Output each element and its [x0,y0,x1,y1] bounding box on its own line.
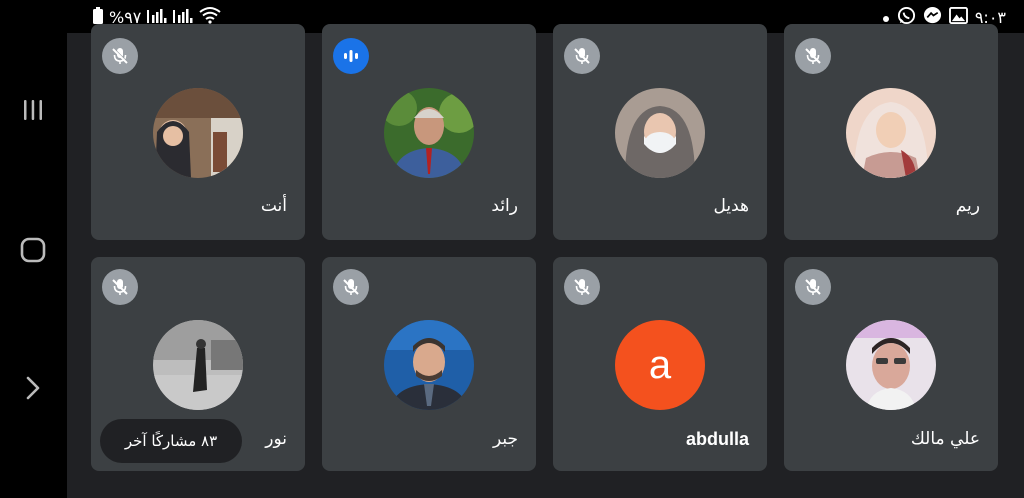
recents-icon[interactable] [13,90,53,130]
avatar [153,320,243,410]
participant-name: جبر [492,429,518,449]
navigation-bar [0,0,67,498]
avatar [384,88,474,178]
avatar [846,320,936,410]
mic-off-icon [102,269,138,305]
participant-tile[interactable]: علي مالك [784,257,998,471]
participant-name: أنت [260,196,287,216]
participant-tile[interactable]: هديل [553,24,767,240]
mic-off-icon [564,38,600,74]
mic-off-icon [333,269,369,305]
participant-name: علي مالك [910,429,980,449]
participant-name: رائد [491,196,518,216]
participant-tile[interactable]: جبر [322,257,536,471]
avatar [846,88,936,178]
avatar [153,88,243,178]
avatar [384,320,474,410]
participant-tile[interactable]: نور ٨٣ مشاركًا آخر [91,257,305,471]
other-participants-button[interactable]: ٨٣ مشاركًا آخر [100,419,242,463]
mic-off-icon [564,269,600,305]
participant-tile[interactable]: ريم [784,24,998,240]
participant-tile[interactable]: a abdulla [553,257,767,471]
avatar-letter: a [615,320,705,410]
participant-name: ريم [955,196,980,216]
home-icon[interactable] [13,230,53,270]
participant-name: هديل [713,196,750,216]
participant-name: نور [265,429,287,449]
participant-tile-you[interactable]: أنت [91,24,305,240]
mic-off-icon [795,269,831,305]
mic-off-icon [102,38,138,74]
mic-off-icon [795,38,831,74]
avatar [615,88,705,178]
participant-name: abdulla [685,429,749,449]
back-icon[interactable] [13,368,53,408]
speaking-indicator-icon [333,38,369,74]
participant-tile[interactable]: رائد [322,24,536,240]
